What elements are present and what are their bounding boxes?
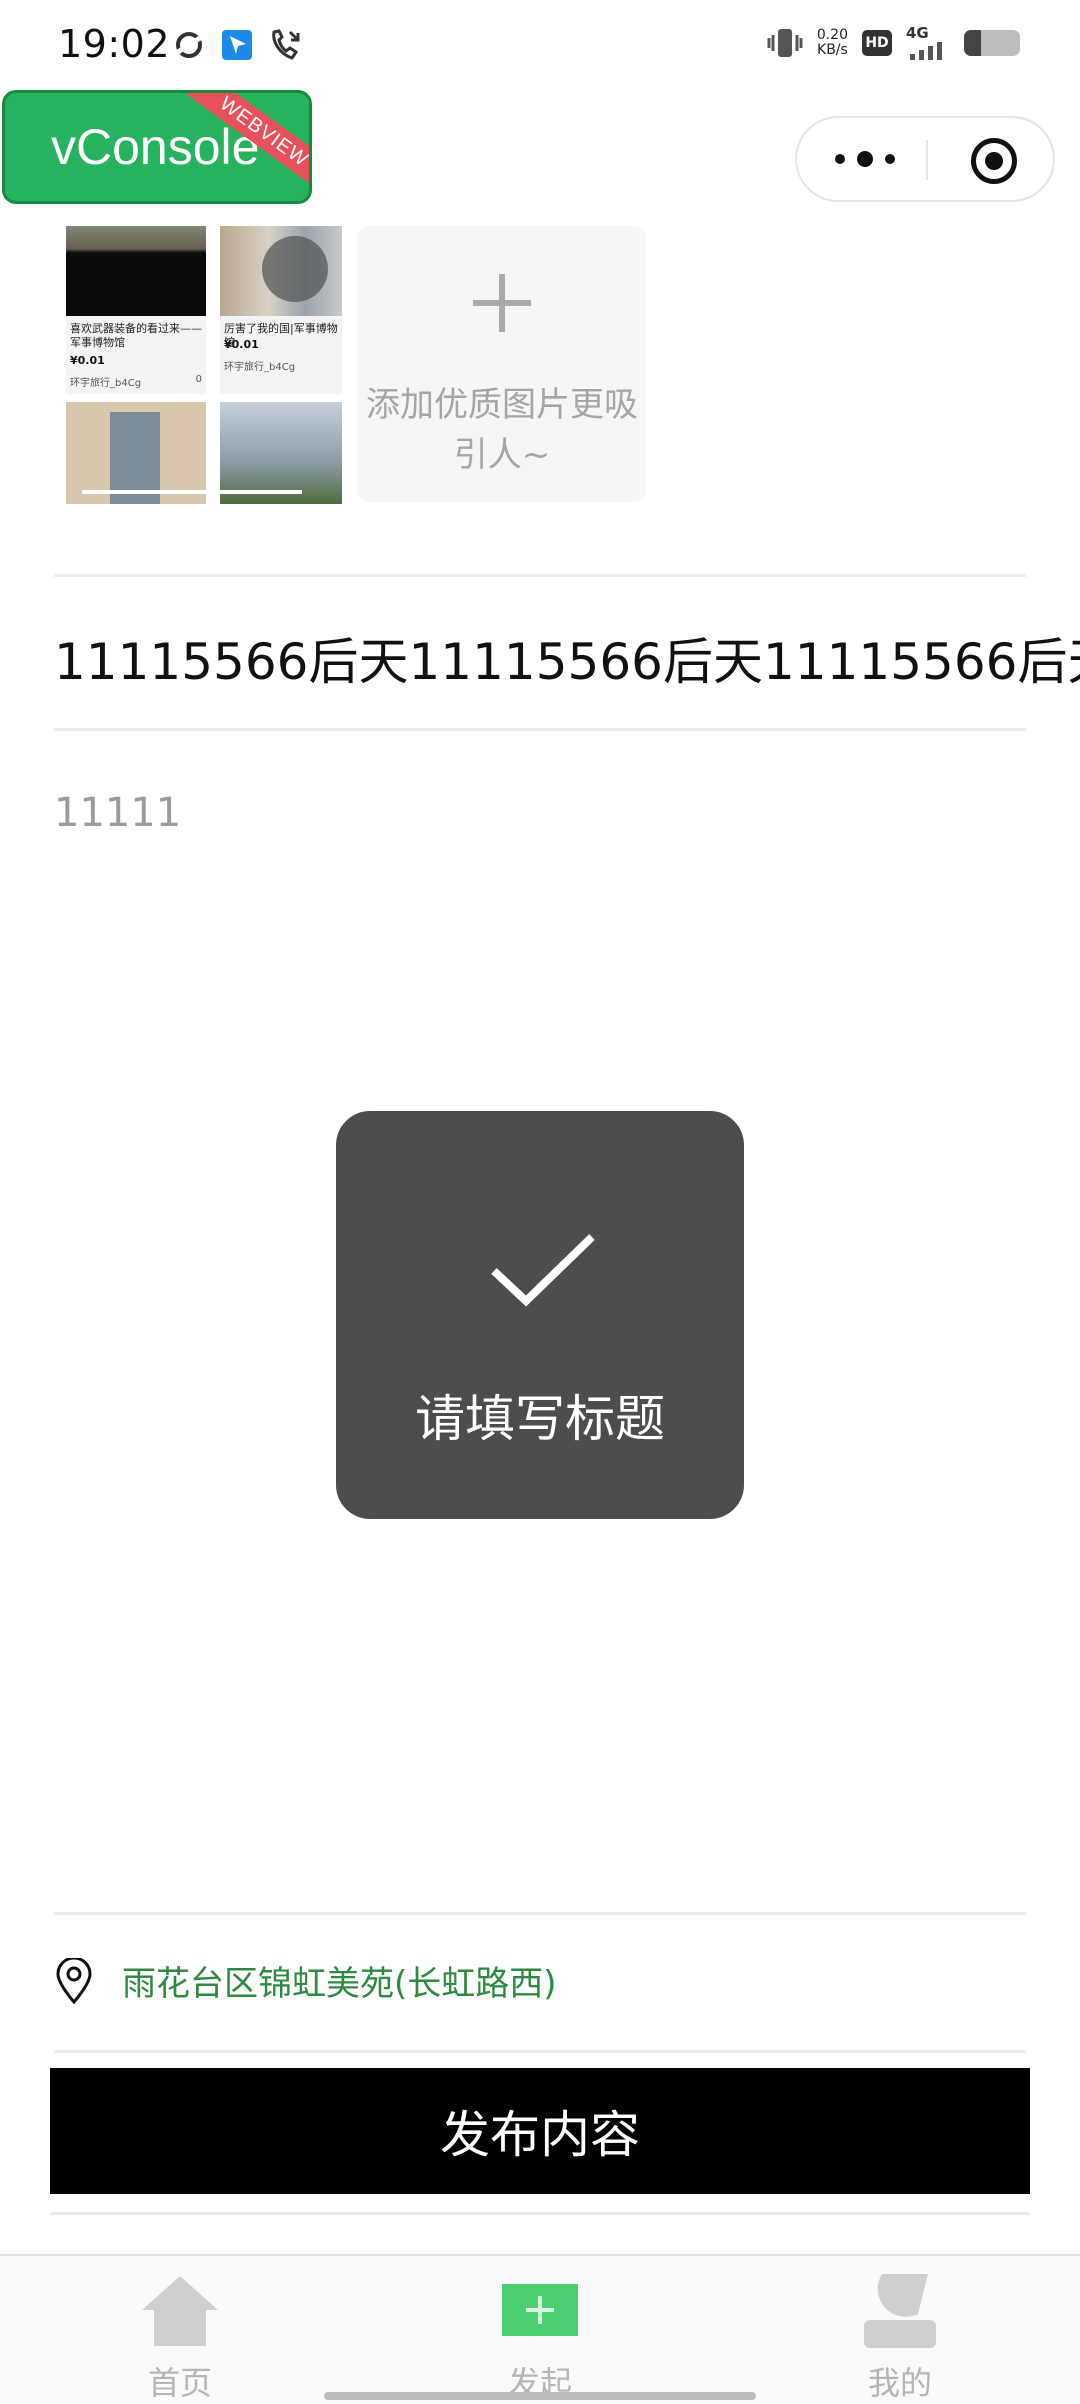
net-speed-unit: KB/s [817, 42, 848, 58]
divider [54, 1912, 1026, 1915]
location-pin-icon [56, 1957, 92, 2004]
add-photo-label-line1: 添加优质图片更吸 [366, 385, 638, 425]
content-textarea[interactable]: 11111 [54, 790, 181, 836]
divider [54, 2050, 1026, 2053]
signal-icon: 4G [906, 24, 950, 60]
add-photo-button[interactable]: 添加优质图片更吸 引人~ [358, 226, 646, 502]
capsule-divider [926, 140, 928, 180]
thumbnail-card: 厉害了我的国|军事博物馆 ¥0.01 环宇旅行_b4Cg [220, 226, 342, 394]
close-mini-program-icon[interactable] [971, 138, 1017, 184]
sync-icon [176, 32, 202, 58]
thumbnail-price: ¥0.01 [70, 354, 105, 367]
thumbnail-image [66, 226, 206, 316]
profile-icon [864, 2274, 936, 2348]
location-text: 雨花台区锦虹美苑(长虹路西) [122, 1964, 557, 2004]
missed-call-icon [272, 29, 300, 60]
signal-bars [910, 42, 942, 60]
thumbnail-bar [82, 490, 206, 494]
thumbnail-price: ¥0.01 [224, 338, 259, 351]
divider [54, 728, 1026, 731]
add-photo-label-line2: 引人~ [453, 435, 551, 475]
status-system-icons: 0.20 KB/s HD 4G [767, 24, 1020, 60]
tab-publish[interactable]: 发起 [440, 2256, 640, 2404]
publish-button[interactable]: 发布内容 [50, 2068, 1030, 2194]
home-icon [142, 2276, 218, 2346]
video-play-icon [262, 236, 328, 302]
thumbnail-card: 喜欢武器装备的看过来——军事博物馆 ¥0.01 环宇旅行_b4Cg 0 [66, 226, 206, 394]
home-indicator[interactable] [324, 2392, 756, 2400]
tab-bar: 首页 发起 我的 [0, 2254, 1080, 2404]
thumbnail-bar [220, 490, 302, 494]
status-time: 19:02 [58, 22, 171, 66]
divider [54, 574, 1026, 577]
tab-home-label: 首页 [147, 2364, 212, 2402]
vconsole-label: vConsole [51, 119, 260, 175]
check-icon [491, 1234, 595, 1307]
hd-badge: HD [862, 30, 892, 56]
net-speed-value: 0.20 [816, 27, 848, 43]
mini-program-capsule [795, 116, 1055, 202]
status-bar: 19:02 0.20 KB/s HD 4G [0, 0, 1080, 96]
publish-page: 19:02 0.20 KB/s HD 4G vConsole WEBVIEW 喜… [0, 0, 1080, 2404]
plus-icon [473, 274, 531, 332]
tab-home[interactable]: 首页 [80, 2256, 280, 2404]
battery-icon [964, 30, 1020, 56]
thumbnail-user: 环宇旅行_b4Cg [224, 362, 296, 373]
title-input[interactable]: 11115566后天11115566后天11115566后天 [54, 622, 1080, 694]
tab-profile-label: 我的 [867, 2364, 932, 2402]
tab-profile[interactable]: 我的 [800, 2256, 1000, 2404]
status-notification-icons [172, 28, 304, 62]
battery-level [964, 30, 981, 56]
vconsole-button[interactable]: vConsole WEBVIEW [2, 90, 312, 204]
thumbnail-card [66, 402, 206, 504]
more-icon[interactable] [835, 145, 895, 173]
toast: 请填写标题 [336, 1111, 744, 1519]
thumbnail-title: 喜欢武器装备的看过来——军事博物馆 [70, 322, 202, 349]
add-post-icon [502, 2284, 578, 2336]
thumbnail-likes: 0 [195, 374, 202, 385]
location-share-icon [222, 30, 252, 60]
thumbnail-card [220, 402, 342, 504]
location-row[interactable]: 雨花台区锦虹美苑(长虹路西) [54, 1956, 557, 2005]
add-photo-label: 添加优质图片更吸 引人~ [358, 380, 646, 480]
thumbnail-user: 环宇旅行_b4Cg [70, 378, 142, 389]
net-speed: 0.20 KB/s [817, 28, 848, 58]
vibrate-icon [767, 29, 803, 57]
divider [50, 2212, 1030, 2215]
toast-message: 请填写标题 [415, 1390, 665, 1448]
